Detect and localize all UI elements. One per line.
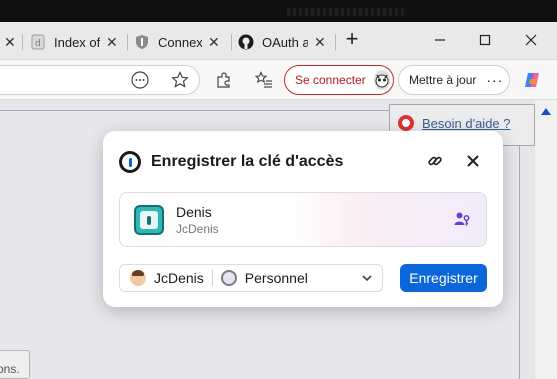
close-icon[interactable]: ✕ [106,34,118,51]
chevron-down-icon [360,271,374,288]
vault-name: Personnel [244,270,308,286]
title-bar: ✕ d Index of ✕ Connexi ✕ OAuth a ✕ + [0,0,557,60]
tab-partial[interactable]: ✕ [0,28,16,56]
avatar-icon [373,70,390,90]
save-passkey-dialog: Enregistrer la clé d'accès Denis JcDenis… [103,131,503,307]
tab-connexion[interactable]: Connexi ✕ [134,28,230,56]
more-icon: ··· [486,72,504,88]
help-link[interactable]: Besoin d'aide ? [398,115,511,131]
credential-card[interactable]: Denis JcDenis [119,192,487,247]
scrollbar[interactable] [535,100,557,379]
user-avatar-icon [130,270,146,286]
svg-text:d: d [35,39,41,49]
close-icon[interactable]: ✕ [208,34,220,51]
minimize-icon[interactable] [428,28,452,52]
account-name: JcDenis [154,270,204,286]
dialog-title: Enregistrer la clé d'accès [151,153,344,170]
lifebuoy-icon [398,115,414,131]
favorites-list-icon[interactable] [252,68,276,92]
tab-index-of[interactable]: d Index of ✕ [30,28,126,56]
sign-in-button[interactable]: Se connecter [284,65,394,95]
credential-name: Denis [176,204,212,220]
tab-bar: ✕ d Index of ✕ Connexi ✕ OAuth a ✕ + [0,22,557,60]
maximize-icon[interactable] [473,28,497,52]
password-manager-logo-icon [119,151,141,173]
shield-icon [134,34,150,50]
browser-toolbar: Se connecter Mettre à jour ··· [0,60,557,100]
close-window-icon[interactable] [519,28,543,52]
dialog-header: Enregistrer la clé d'accès [119,151,343,173]
tab-oauth[interactable]: OAuth a ✕ [238,28,334,56]
github-icon [238,34,254,50]
keyhole-icon [134,205,164,235]
close-icon[interactable]: ✕ [314,34,326,51]
document-icon: d [30,34,46,50]
close-icon[interactable]: ✕ [4,34,16,51]
title-bar-strip [0,0,557,22]
close-icon[interactable] [461,149,485,173]
save-button[interactable]: Enregistrer [400,264,487,292]
scroll-up-arrow-icon[interactable] [541,108,551,115]
copilot-icon[interactable] [520,68,544,92]
passkey-icon [454,211,470,232]
new-tab-icon[interactable]: + [340,28,364,52]
update-button[interactable]: Mettre à jour ··· [398,65,510,95]
page-note: ons. [0,350,30,379]
more-options-icon[interactable] [128,68,152,92]
extensions-icon[interactable] [212,68,236,92]
favorite-star-icon[interactable] [168,68,192,92]
account-vault-selector[interactable]: JcDenis Personnel [119,264,383,292]
credential-username: JcDenis [176,222,219,236]
link-icon[interactable] [423,149,447,173]
vault-icon [220,270,237,286]
